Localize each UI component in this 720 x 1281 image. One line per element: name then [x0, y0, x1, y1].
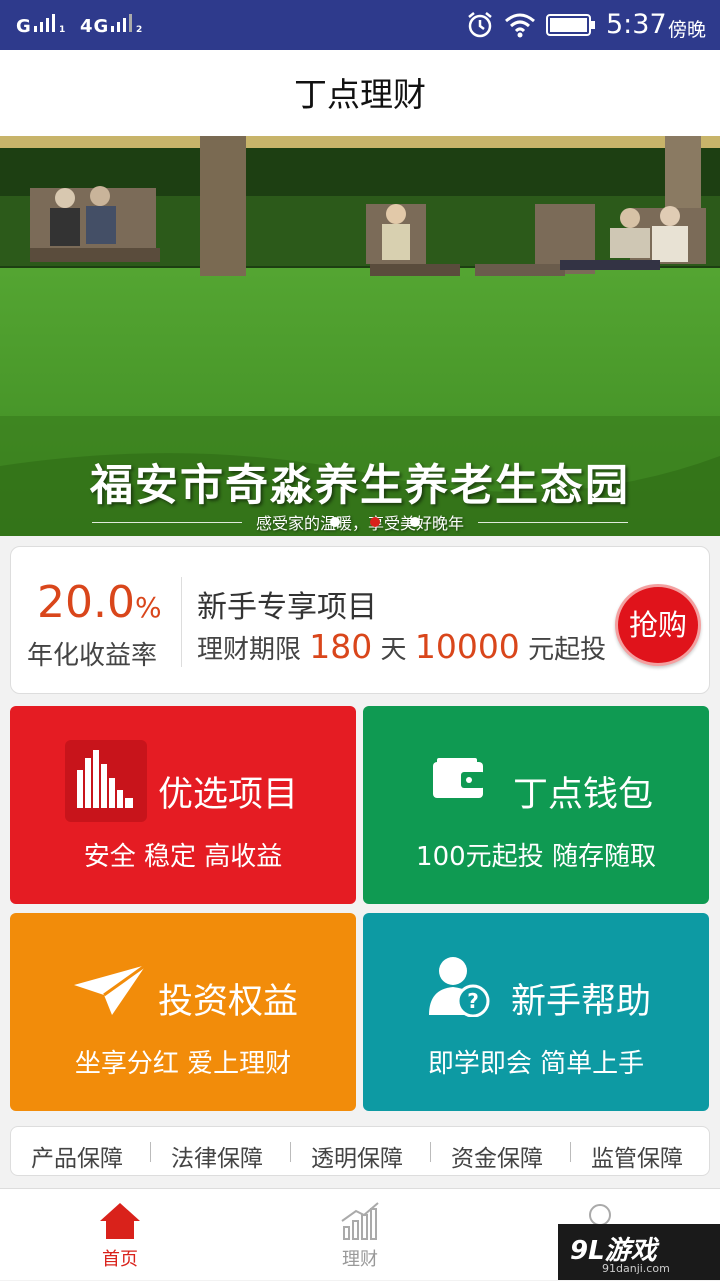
banner-divider-right — [478, 522, 628, 523]
tab-label: 理财 — [342, 1249, 378, 1270]
paper-plane-icon — [74, 963, 147, 1015]
user-help-icon: ? — [429, 957, 490, 1017]
battery-icon — [546, 14, 595, 36]
term-unit: 天 — [380, 635, 407, 665]
separator — [570, 1142, 571, 1162]
min-investment-value: 10000 — [414, 627, 520, 666]
tile-wallet[interactable]: 丁点钱包 100元起投 随存随取 — [363, 706, 709, 904]
term-label: 理财期限 — [197, 635, 302, 665]
rate-value: 20.0 — [37, 577, 135, 628]
watermark-url: 91danji.com — [602, 1262, 670, 1275]
carousel-dot[interactable] — [330, 517, 340, 527]
carousel-dot-active[interactable] — [370, 517, 380, 527]
tab-home[interactable]: 首页 — [60, 1189, 180, 1281]
guarantee-product: 产品保障 — [31, 1146, 123, 1172]
tile-investment-rights[interactable]: 投资权益 坐享分红 爱上理财 — [10, 913, 356, 1111]
guarantee-legal: 法律保障 — [171, 1146, 263, 1172]
page-title: 丁点理财 — [294, 75, 426, 114]
banner-title: 福安市奇淼养生养老生态园 — [90, 461, 630, 511]
guarantee-bar: 产品保障 法律保障 透明保障 资金保障 监管保障 — [10, 1126, 710, 1176]
guarantee-supervision: 监管保障 — [591, 1146, 683, 1172]
tile-beginner-help[interactable]: ? 新手帮助 即学即会 简单上手 — [363, 913, 709, 1111]
site-watermark: 9L游戏 91danji.com — [558, 1224, 720, 1280]
carousel-dot[interactable] — [410, 517, 420, 527]
tab-finance[interactable]: 理财 — [300, 1189, 420, 1281]
tile-subtitle: 100元起投 随存随取 — [416, 842, 656, 872]
product-terms: 理财期限 180 天 10000 元起投 — [197, 627, 606, 666]
finance-chart-icon — [341, 1202, 379, 1240]
separator — [150, 1142, 151, 1162]
wallet-icon — [433, 758, 485, 798]
alarm-icon — [468, 12, 492, 38]
signal-strength-icon: G1 — [16, 14, 67, 37]
building-chart-icon — [65, 740, 147, 822]
status-bar: G1 4G 2 5:37 傍晚 — [0, 0, 720, 50]
min-investment-unit: 元起投 — [528, 635, 607, 665]
4g-signal-icon: 4G 2 — [80, 14, 144, 37]
tile-subtitle: 即学即会 简单上手 — [427, 1049, 645, 1079]
app-header: 丁点理财 — [0, 50, 720, 136]
separator — [290, 1142, 291, 1162]
clock-period: 傍晚 — [668, 19, 707, 41]
carousel-indicator[interactable] — [330, 517, 430, 529]
banner-carousel[interactable]: 福安市奇淼养生养老生态园 感受家的温暖，享受美好晚年 — [0, 136, 720, 536]
tile-title: 丁点钱包 — [513, 775, 654, 815]
tile-featured-projects[interactable]: 优选项目 安全 稳定 高收益 — [10, 706, 356, 904]
guarantee-transparency: 透明保障 — [311, 1146, 403, 1172]
wifi-icon — [505, 13, 535, 38]
tile-subtitle: 坐享分红 爱上理财 — [74, 1049, 292, 1079]
home-icon — [100, 1203, 140, 1239]
tile-title: 新手帮助 — [511, 982, 652, 1022]
svg-text:?: ? — [467, 989, 479, 1013]
separator — [430, 1142, 431, 1162]
featured-product-card[interactable]: 20.0% 年化收益率 新手专享项目 理财期限 180 天 10000 元起投 … — [10, 546, 710, 694]
tile-subtitle: 安全 稳定 高收益 — [83, 842, 283, 872]
rate-label: 年化收益率 — [27, 641, 158, 671]
product-title: 新手专享项目 — [197, 590, 377, 625]
tab-label: 首页 — [102, 1249, 138, 1270]
tile-title: 优选项目 — [158, 775, 299, 815]
svg-text:1: 1 — [59, 25, 66, 34]
card-divider — [181, 577, 182, 667]
term-value: 180 — [309, 627, 373, 666]
svg-text:2: 2 — [136, 25, 143, 34]
buy-now-button[interactable]: 抢购 — [615, 584, 701, 666]
guarantee-funds: 资金保障 — [451, 1146, 543, 1172]
rate-unit: % — [134, 591, 162, 624]
tile-title: 投资权益 — [158, 982, 299, 1022]
clock-time: 5:37 — [606, 9, 667, 40]
annual-rate: 20.0% — [37, 577, 162, 628]
